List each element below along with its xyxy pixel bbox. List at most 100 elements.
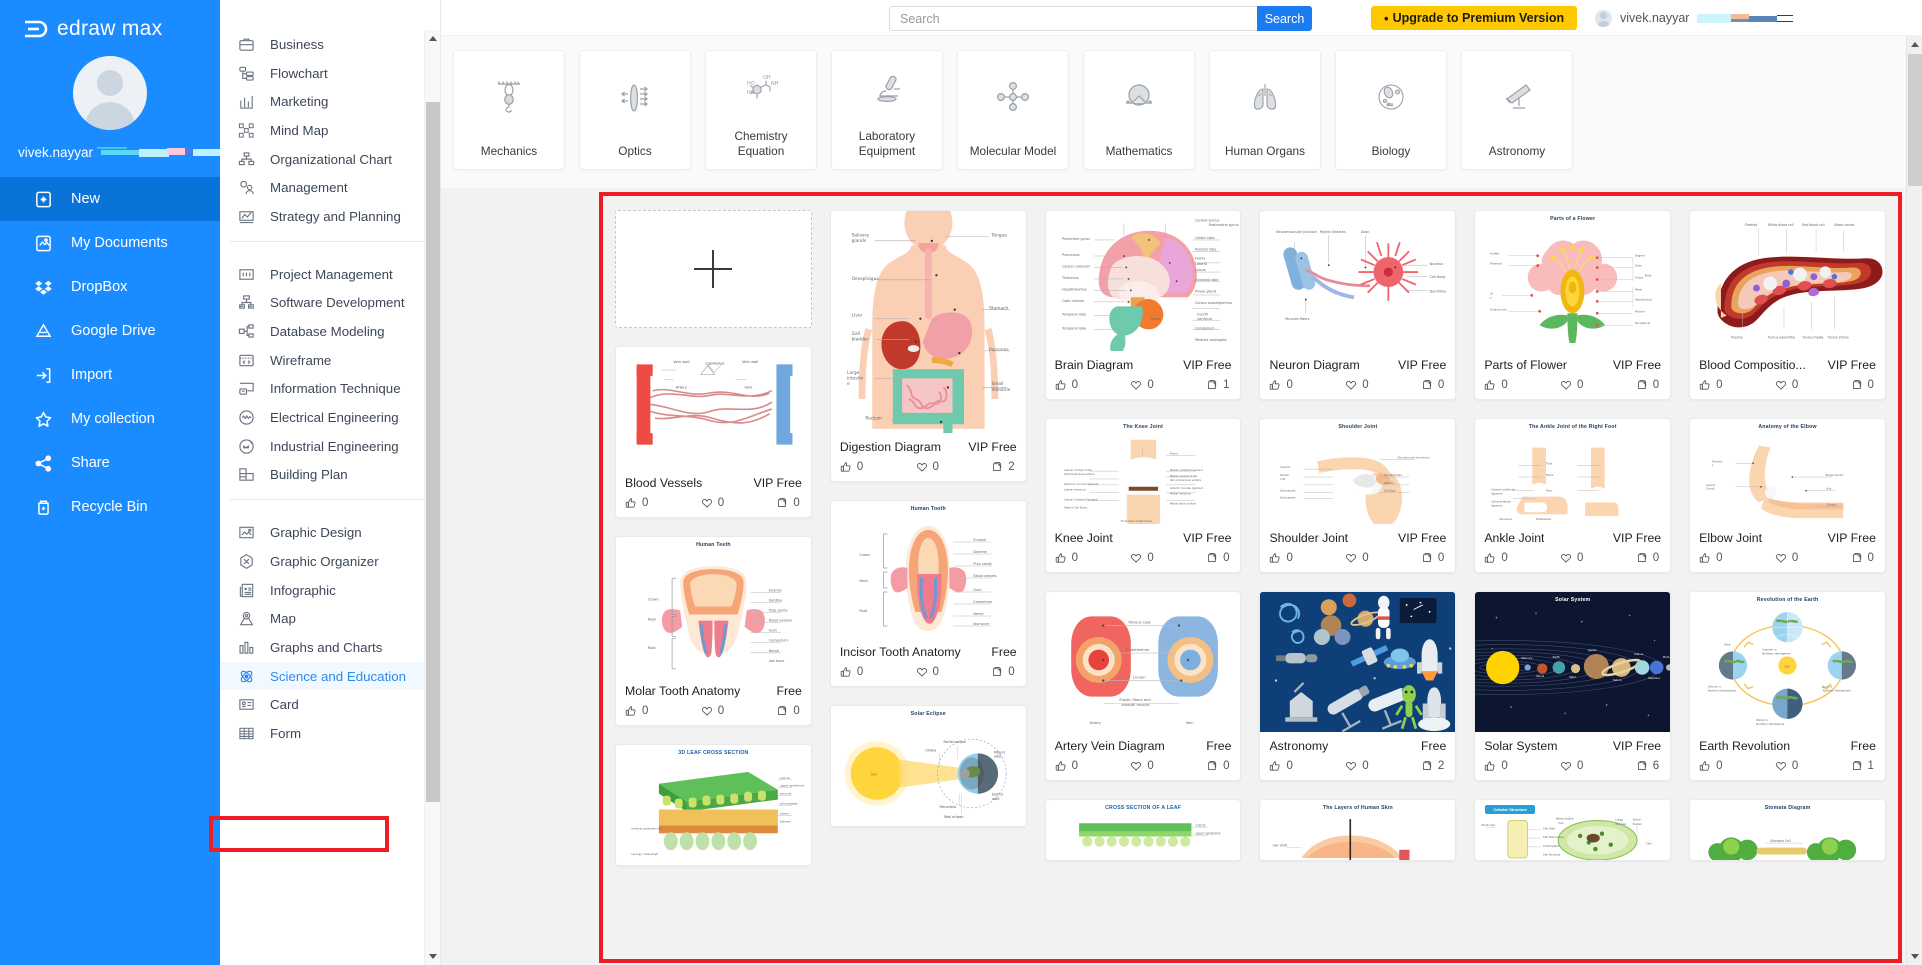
subcategory-molecular-model[interactable]: Molecular Model <box>957 50 1069 170</box>
favorite-stat[interactable]: 0 <box>1345 760 1369 772</box>
sidebar-item-share[interactable]: Share <box>0 441 220 485</box>
category-flowchart[interactable]: Flowchart <box>220 59 424 88</box>
favorite-stat[interactable]: 0 <box>1560 760 1583 772</box>
favorite-stat[interactable]: 0 <box>916 666 939 678</box>
category-science-and-education[interactable]: Science and Education <box>220 661 424 691</box>
category-business[interactable]: Business <box>220 30 424 59</box>
template-card[interactable]: The Knee Joint Lateral condyle of the fe… <box>1044 418 1242 573</box>
template-card[interactable]: CROSS SECTION OF A LEAF cuticle upper epi… <box>1044 799 1242 861</box>
favorite-stat[interactable]: 0 <box>1130 379 1154 391</box>
favorite-stat[interactable]: 0 <box>1345 379 1369 391</box>
like-stat[interactable]: 0 <box>1269 552 1293 564</box>
favorite-stat[interactable]: 0 <box>1775 379 1798 391</box>
sidebar-item-import[interactable]: Import <box>0 353 220 397</box>
category-management[interactable]: Management <box>220 173 424 202</box>
category-infographic[interactable]: Infographic <box>220 576 424 605</box>
category-form[interactable]: Form <box>220 719 424 748</box>
copy-stat[interactable]: 0 <box>1206 760 1229 772</box>
like-stat[interactable]: 0 <box>1484 760 1508 772</box>
favorite-stat[interactable]: 0 <box>1775 552 1798 564</box>
like-stat[interactable]: 0 <box>1699 379 1723 391</box>
template-card[interactable]: Vein wall Vein wall Artery Vein Capillarie… <box>615 346 812 518</box>
template-card[interactable]: Neuromuscular junction Myelin Sheaths Axon… <box>1259 210 1457 400</box>
template-card[interactable]: The Ankle Joint of the Right Foot Tibia … <box>1474 418 1672 573</box>
search-input[interactable] <box>889 6 1257 31</box>
category-wireframe[interactable]: Wireframe <box>220 346 424 375</box>
sidebar-item-my-documents[interactable]: My Documents <box>0 221 220 265</box>
category-electrical-engineering[interactable]: Electrical Engineering <box>220 403 424 432</box>
like-stat[interactable]: 0 <box>625 497 648 509</box>
sidebar-item-dropbox[interactable]: DropBox <box>0 265 220 309</box>
like-stat[interactable]: 0 <box>1484 552 1508 564</box>
favorite-stat[interactable]: 0 <box>1130 760 1154 772</box>
template-card[interactable]: Human Teeth Enamel Dentine Pulp cavity B… <box>615 536 812 726</box>
copy-stat[interactable]: 6 <box>1636 760 1659 772</box>
favorite-stat[interactable]: 0 <box>1130 552 1154 564</box>
subcategory-optics[interactable]: Optics <box>579 50 691 170</box>
category-industrial-engineering[interactable]: Industrial Engineering <box>220 432 424 461</box>
template-card[interactable]: Cellular Structure Plant Cell Cell Wall C… <box>1474 799 1672 861</box>
like-stat[interactable]: 0 <box>840 666 863 678</box>
like-stat[interactable]: 0 <box>1055 552 1078 564</box>
search-button[interactable]: Search <box>1257 6 1312 31</box>
favorite-stat[interactable]: 0 <box>1775 760 1798 772</box>
category-graphs-and-charts[interactable]: Graphs and Charts <box>220 633 424 662</box>
scroll-up-arrow-icon[interactable] <box>1907 36 1922 53</box>
template-card[interactable]: Revolution of the Earth Sun Summer in No… <box>1689 591 1886 781</box>
like-stat[interactable]: 0 <box>1055 379 1078 391</box>
template-card[interactable]: Fibrous coat Endothelium Lumen Elastic fib… <box>1044 591 1242 781</box>
category-database-modeling[interactable]: Database Modeling <box>220 317 424 346</box>
copy-stat[interactable]: 2 <box>1421 760 1444 772</box>
main-scrollbar[interactable] <box>1906 36 1922 965</box>
like-stat[interactable]: 0 <box>1484 379 1508 391</box>
favorite-stat[interactable]: 0 <box>701 705 724 717</box>
like-stat[interactable]: 0 <box>1269 379 1293 391</box>
subcategory-laboratory-equipment[interactable]: Laboratory Equipment <box>831 50 943 170</box>
template-card[interactable]: Solar Eclipse Partial eclipse Umbra Moon… <box>829 705 1027 827</box>
copy-stat[interactable]: 1 <box>1206 379 1229 391</box>
subcategory-mathematics[interactable]: Mathematics <box>1083 50 1195 170</box>
subcategory-human-organs[interactable]: Human Organs <box>1209 50 1321 170</box>
template-card[interactable]: Precentral gyrus Precuneus Corpus callosum… <box>1044 210 1242 400</box>
template-card[interactable]: Anatomy of the Elbow Tendons s Lateral C… <box>1689 418 1886 573</box>
sidebar-item-my-collection[interactable]: My collection <box>0 397 220 441</box>
category-project-management[interactable]: Project Management <box>220 260 424 289</box>
copy-stat[interactable]: 0 <box>1636 552 1659 564</box>
copy-stat[interactable]: 2 <box>991 461 1015 473</box>
category-card[interactable]: Card <box>220 690 424 719</box>
favorite-stat[interactable]: 0 <box>1560 552 1583 564</box>
subcategory-chemistry-equation[interactable]: HO HO OH NH Chemistry Equation <box>705 50 817 170</box>
like-stat[interactable]: 0 <box>840 461 863 473</box>
template-card[interactable]: The Layers of Human Skin hair shaft <box>1259 799 1457 861</box>
category-building-plan[interactable]: Building Plan <box>220 461 424 490</box>
scroll-up-arrow-icon[interactable] <box>425 30 440 47</box>
like-stat[interactable]: 0 <box>625 705 648 717</box>
scroll-down-arrow-icon[interactable] <box>425 948 440 965</box>
favorite-stat[interactable]: 0 <box>1345 552 1369 564</box>
copy-stat[interactable]: 0 <box>1421 552 1444 564</box>
template-card[interactable]: Human Tooth Enamel Dentine Pulp cavity B… <box>829 500 1027 687</box>
sidebar-item-new[interactable]: New <box>0 177 220 221</box>
subcategory-mechanics[interactable]: Mechanics <box>453 50 565 170</box>
new-blank-template-card[interactable] <box>615 210 812 328</box>
favorite-stat[interactable]: 0 <box>701 497 724 509</box>
subcategory-biology[interactable]: Biology <box>1335 50 1447 170</box>
category-graphic-design[interactable]: Graphic Design <box>220 518 424 547</box>
scrollbar-thumb[interactable] <box>1908 54 1922 186</box>
upgrade-to-premium-button[interactable]: • Upgrade to Premium Version <box>1371 6 1578 30</box>
template-card[interactable]: Parts of a Flower Anther Filament St y O… <box>1474 210 1672 400</box>
category-map[interactable]: Map <box>220 604 424 633</box>
like-stat[interactable]: 0 <box>1055 760 1078 772</box>
favorite-stat[interactable]: 0 <box>916 461 939 473</box>
copy-stat[interactable]: 0 <box>776 497 800 509</box>
template-card[interactable]: Astronomy Free 0 0 2 <box>1259 591 1457 781</box>
subcategory-astronomy[interactable]: Astronomy <box>1461 50 1573 170</box>
copy-stat[interactable]: 0 <box>991 666 1015 678</box>
like-stat[interactable]: 0 <box>1699 552 1723 564</box>
copy-stat[interactable]: 0 <box>1851 379 1874 391</box>
like-stat[interactable]: 0 <box>1269 760 1293 772</box>
template-card[interactable]: Shoulder Joint Clavicle Rotator Cuff Sub… <box>1259 418 1457 573</box>
copy-stat[interactable]: 0 <box>1206 552 1229 564</box>
category-scrollbar[interactable] <box>424 30 440 965</box>
sidebar-item-recycle-bin[interactable]: Recycle Bin <box>0 485 220 529</box>
